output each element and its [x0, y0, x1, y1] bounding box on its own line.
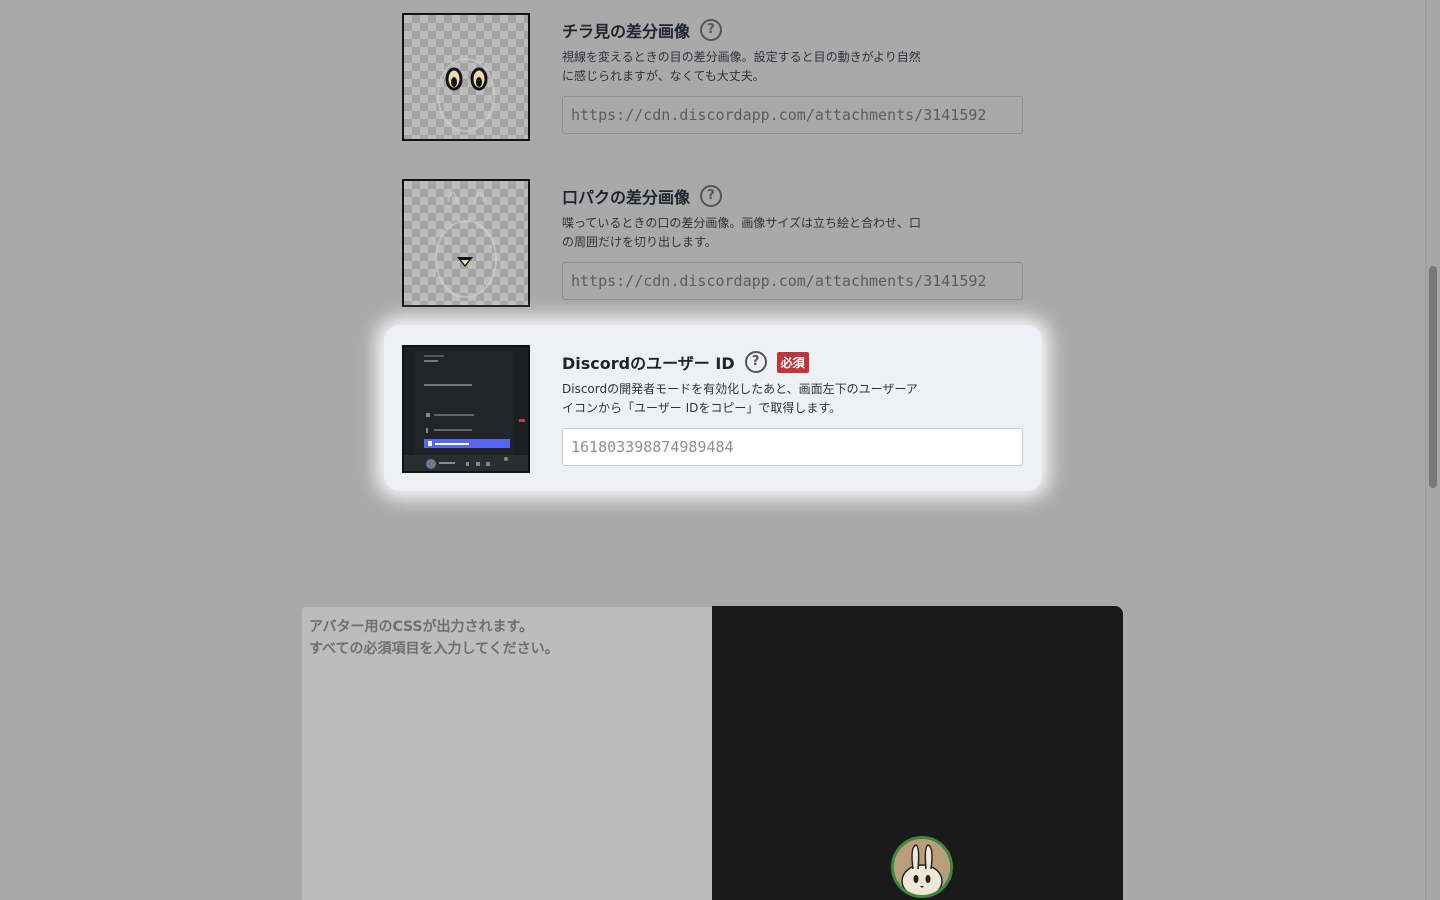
discord-guide-thumbnail[interactable] — [402, 345, 530, 473]
eye-diff-title-text: チラ見の差分画像 — [562, 22, 691, 41]
mouth-diff-title: 口パクの差分画像 ? — [562, 184, 723, 208]
discord-id-description-line1: Discordの開発者モードを有効化したあと、画面左下のユーザーア — [562, 382, 918, 396]
discord-id-title: Discordのユーザー ID ? 必須 — [562, 350, 809, 374]
help-icon[interactable]: ? — [744, 351, 767, 373]
eye-diff-title: チラ見の差分画像 ? — [562, 18, 723, 42]
mouth-diff-url-input[interactable]: https://cdn.discordapp.com/attachments/3… — [562, 262, 1023, 300]
discord-id-description-line2: イコンから「ユーザー IDをコピー」で取得します。 — [562, 401, 842, 415]
rabbit-avatar-icon — [894, 839, 950, 895]
eye-diff-description-line2: に感じられますが、なくても大丈夫。 — [562, 69, 765, 83]
discord-guide-image — [404, 347, 528, 471]
css-output-line1: アバター用のCSSが出力されます。 — [309, 619, 534, 635]
mouth-diff-thumbnail[interactable] — [402, 179, 530, 307]
avatar — [891, 836, 953, 898]
help-icon[interactable]: ? — [700, 185, 723, 207]
mouth-diff-description-line1: 喋っているときの口の差分画像。画像サイズは立ち絵と合わせ、口 — [562, 216, 922, 230]
help-icon[interactable]: ? — [700, 19, 723, 41]
eye-diff-description-line1: 視線を変えるときの目の差分画像。設定すると目の動きがより自然 — [562, 50, 921, 64]
mouth-diff-title-text: 口パクの差分画像 — [562, 188, 691, 207]
mouth-diff-image — [435, 191, 497, 298]
eye-diff-description: 視線を変えるときの目の差分画像。設定すると目の動きがより自然 に感じられますが、… — [562, 48, 932, 86]
discord-id-description: Discordの開発者モードを有効化したあと、画面左下のユーザーア イコンから「… — [562, 380, 932, 418]
scrollbar-thumb[interactable] — [1429, 266, 1437, 488]
discord-user-id-input[interactable]: 161803398874989484 — [562, 428, 1023, 466]
css-output-line2: すべての必須項目を入力してください。 — [309, 641, 559, 657]
discord-id-title-text: Discordのユーザー ID — [562, 354, 735, 373]
mouth-diff-description: 喋っているときの口の差分画像。画像サイズは立ち絵と合わせ、口 の周囲だけを切り出… — [562, 214, 932, 252]
css-output-message: アバター用のCSSが出力されます。 すべての必須項目を入力してください。 — [309, 616, 559, 660]
mouth-diff-description-line2: の周囲だけを切り出します。 — [562, 235, 717, 249]
required-badge: 必須 — [776, 351, 809, 373]
eye-diff-image — [437, 58, 495, 132]
eye-diff-thumbnail[interactable] — [402, 13, 530, 141]
eye-diff-url-input[interactable]: https://cdn.discordapp.com/attachments/3… — [562, 96, 1023, 134]
